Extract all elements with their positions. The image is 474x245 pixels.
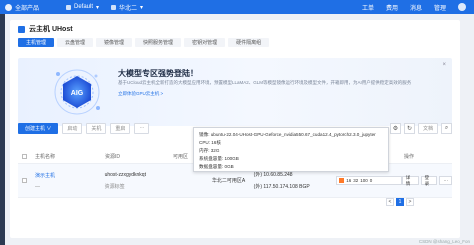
pagination: < 1 > xyxy=(386,198,414,206)
project-label: Default xyxy=(74,4,94,10)
topbar-menu: 工单 费用 消息 管理 xyxy=(362,3,474,12)
page-header: 云主机 UHost xyxy=(10,20,460,34)
spec-cell: 16 32 100 0 xyxy=(336,176,402,185)
project-icon xyxy=(66,4,71,10)
search-icon[interactable]: ⌕ xyxy=(441,122,452,134)
page-title: 云主机 UHost xyxy=(29,26,73,33)
resource-tag[interactable]: 资源标签 xyxy=(105,183,173,190)
row-more-button[interactable]: ··· xyxy=(439,176,452,185)
close-icon[interactable]: × xyxy=(442,62,446,68)
ai-chip-illustration: AIG xyxy=(54,69,100,115)
zone-cell: 华北二可用区A xyxy=(211,178,246,184)
region-selector[interactable]: 华北二 ▾ xyxy=(107,2,147,12)
chevron-down-icon: ▾ xyxy=(140,4,144,11)
spec-summary[interactable]: 16 32 100 0 xyxy=(336,176,402,185)
tooltip-image: 镜像: ubuntu-22.04-UHost-GPU-Geforce_nvidi… xyxy=(199,132,376,137)
host-name-sub: — xyxy=(34,183,40,190)
banner-title: 大模型专区强势登陆！ xyxy=(118,69,198,78)
spec-tooltip: 镜像: ubuntu-22.04-UHost-GPU-Geforce_nvidi… xyxy=(193,127,389,172)
uhost-icon xyxy=(18,25,25,33)
resource-id: uhost-zzxgydknkqt xyxy=(104,171,146,178)
region-icon xyxy=(111,4,117,10)
menu-item-messages[interactable]: 消息 xyxy=(410,3,422,12)
tab-keypair-management[interactable]: 密钥对管理 xyxy=(184,38,226,47)
start-button[interactable]: 启动 xyxy=(62,122,83,134)
prev-page-button[interactable]: < xyxy=(386,198,394,206)
stop-button[interactable]: 关机 xyxy=(86,122,107,134)
refresh-icon[interactable]: ↻ xyxy=(403,122,415,134)
tooltip-system-disk: 系统盘容量: 100GB xyxy=(199,156,239,161)
tab-host-management[interactable]: 主机管理 xyxy=(18,38,55,47)
ip-public: (外) 117.50.174.108 BGP xyxy=(253,184,310,190)
promo-banner: AIG 大模型专区强势登陆！ 基于UCloud云主机全新打造的大模型应用环境，预… xyxy=(18,58,452,126)
details-button[interactable]: 详情 xyxy=(401,175,419,186)
spec-mem: 32 xyxy=(353,178,359,183)
row-checkbox[interactable] xyxy=(22,178,27,183)
login-button[interactable]: 登录 xyxy=(420,175,438,186)
menu-item-billing[interactable]: 费用 xyxy=(386,3,398,12)
project-selector[interactable]: Default ▾ xyxy=(62,2,103,12)
sidebar xyxy=(0,14,5,245)
ai-label: AIG xyxy=(71,90,84,97)
logo-icon xyxy=(5,3,12,11)
actions-cell: 详情 登录 ··· xyxy=(401,175,452,186)
create-host-button[interactable]: 创建主机 ∨ xyxy=(18,122,59,134)
header-name: 主机名称 xyxy=(35,154,56,160)
spec-cpu: 16 xyxy=(346,178,352,183)
tab-snapshot-management[interactable]: 快照服务管理 xyxy=(135,38,182,47)
spec-disk: 100 xyxy=(360,178,368,183)
menu-item-ticket[interactable]: 工单 xyxy=(362,3,374,12)
tab-bar: 主机管理 云盘管理 镜像管理 快照服务管理 密钥对管理 硬件隔离组 xyxy=(10,34,460,47)
chevron-down-icon: ▾ xyxy=(96,4,100,11)
tooltip-cpu: CPU: 16核 xyxy=(199,140,221,145)
doc-button[interactable]: 文档 xyxy=(417,122,438,134)
banner-description: 基于UCloud云主机全新打造的大模型应用环境，预置模型LLaMA2、GLM等模… xyxy=(118,80,412,85)
brand[interactable]: 全部产品 xyxy=(0,3,58,12)
region-label: 华北二 xyxy=(119,5,138,12)
page-1-button[interactable]: 1 xyxy=(396,198,404,206)
settings-icon[interactable]: ⚙ xyxy=(389,122,401,134)
tooltip-data-disk: 数据盘容量: 0GB xyxy=(199,164,234,169)
next-page-button[interactable]: > xyxy=(406,198,414,206)
host-name[interactable]: 演示主机 xyxy=(35,172,105,179)
banner-link[interactable]: 立即体验GPU云主机 > xyxy=(118,91,163,97)
header-resource-id: 资源ID xyxy=(105,154,121,160)
tooltip-memory: 内存: 32G xyxy=(199,148,220,153)
brand-label: 全部产品 xyxy=(15,5,40,12)
header-actions: 操作 xyxy=(404,154,415,160)
more-button[interactable]: ··· xyxy=(134,122,150,134)
tab-isolation-group[interactable]: 硬件隔离组 xyxy=(228,38,270,47)
ip-private: (外) 10.60.85.248 xyxy=(253,172,293,178)
tab-image-management[interactable]: 镜像管理 xyxy=(96,38,133,47)
top-navigation-bar: 全部产品 Default ▾ 华北二 ▾ 工单 费用 消息 管理 xyxy=(0,0,474,14)
gpu-icon xyxy=(339,178,345,183)
tab-disk-management[interactable]: 云盘管理 xyxy=(57,38,94,47)
resource-id-cell: uhost-zzxgydknkqt 资源标签 xyxy=(105,172,173,190)
avatar[interactable] xyxy=(458,3,466,11)
ip-cell: (外) 10.60.85.248 (外) 117.50.174.108 BGP xyxy=(254,171,337,190)
spec-data: 0 xyxy=(369,178,373,183)
restart-button[interactable]: 重启 xyxy=(110,122,131,134)
host-name-cell: 演示主机 — xyxy=(35,172,105,190)
menu-item-admin[interactable]: 管理 xyxy=(434,3,446,12)
watermark: CSDN @shang_Leo_Fon xyxy=(418,239,470,244)
select-all-checkbox[interactable] xyxy=(22,154,27,159)
toolbar-right: ⚙ ↻ 文档 ⌕ xyxy=(389,122,452,134)
